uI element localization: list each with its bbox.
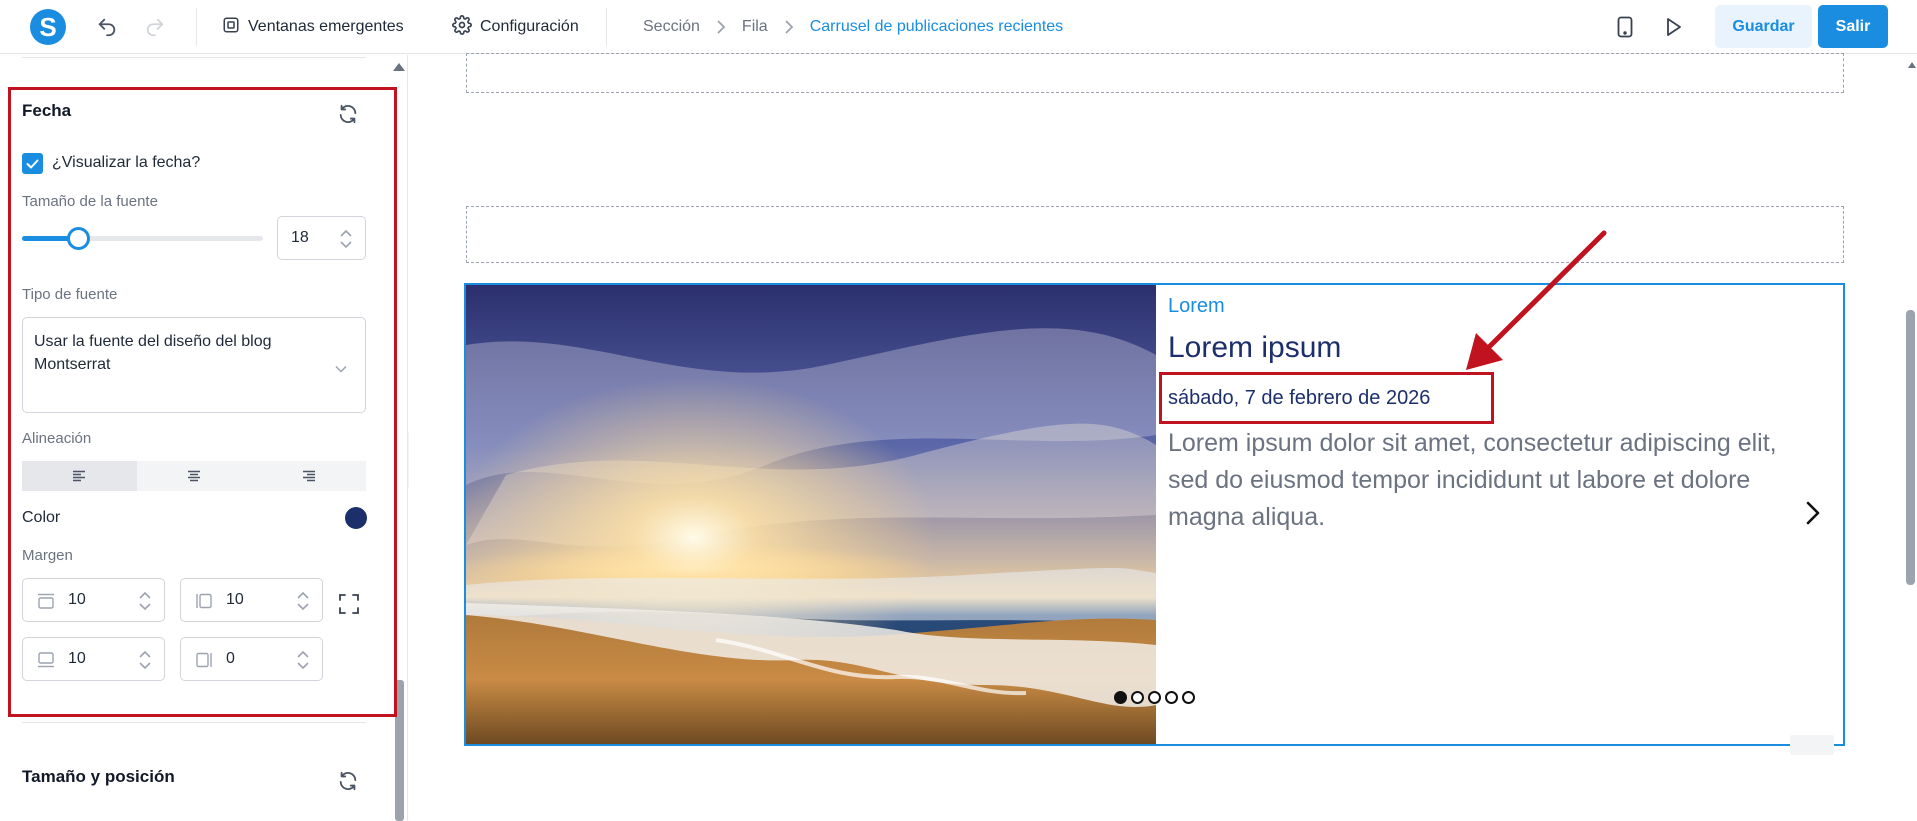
- popups-button[interactable]: Ventanas emergentes: [222, 14, 404, 40]
- stepper-arrows-icon[interactable]: [138, 648, 152, 672]
- save-button[interactable]: Guardar: [1715, 5, 1812, 48]
- breadcrumb-item-section[interactable]: Sección: [643, 18, 700, 36]
- date-section-title: Fecha: [22, 101, 72, 120]
- margin-left-input[interactable]: 0: [180, 637, 323, 681]
- carousel-dot-1[interactable]: [1114, 691, 1127, 704]
- show-date-checkbox[interactable]: [22, 153, 43, 174]
- stepper-arrows-icon[interactable]: [296, 648, 310, 672]
- checkmark-icon: [26, 159, 39, 168]
- stepper-arrows-icon[interactable]: [138, 589, 152, 613]
- recent-posts-carousel[interactable]: Lorem Lorem ipsum sábado, 7 de febrero d…: [464, 283, 1845, 755]
- color-swatch[interactable]: [345, 507, 367, 529]
- margin-left-icon: [195, 652, 213, 668]
- breadcrumb-item-row[interactable]: Fila: [742, 18, 768, 36]
- margin-label: Margen: [22, 547, 73, 564]
- margin-top-icon: [37, 593, 55, 609]
- font-type-value: Usar la fuente del diseño del blog Monts…: [34, 333, 272, 373]
- scroll-up-arrow-icon[interactable]: [1907, 56, 1917, 74]
- chevron-right-icon: [784, 20, 794, 34]
- align-center-button[interactable]: [137, 461, 252, 491]
- align-center-icon: [188, 470, 200, 482]
- settings-panel: Fecha ¿Visualizar la fecha? Tamaño de la…: [0, 55, 408, 821]
- gear-icon: [452, 14, 472, 40]
- post-excerpt[interactable]: Lorem ipsum dolor sit amet, consectetur …: [1168, 425, 1808, 536]
- alignment-control: [22, 461, 366, 491]
- chevron-right-icon: [716, 20, 726, 34]
- popups-label: Ventanas emergentes: [248, 18, 404, 35]
- carousel-pagination: [1114, 691, 1195, 704]
- breadcrumb-item-carousel[interactable]: Carrusel de publicaciones recientes: [810, 18, 1063, 36]
- font-type-label: Tipo de fuente: [22, 286, 118, 303]
- size-position-section-title[interactable]: Tamaño y posición: [22, 767, 175, 787]
- toolbar-divider: [606, 8, 607, 46]
- settings-label: Configuración: [480, 18, 579, 35]
- top-bar: S Ventanas emergentes Configuración Secc…: [0, 0, 1917, 54]
- breadcrumb: Sección Fila Carrusel de publicaciones r…: [643, 16, 1063, 38]
- element-label-badge: [1790, 735, 1834, 755]
- font-size-slider[interactable]: [22, 227, 263, 250]
- carousel-next-arrow-icon[interactable]: [1806, 501, 1820, 530]
- carousel-dot-2[interactable]: [1131, 691, 1144, 704]
- panel-divider: [22, 57, 366, 58]
- font-size-label: Tamaño de la fuente: [22, 193, 158, 210]
- align-right-icon: [302, 470, 315, 482]
- font-size-value: 18: [291, 229, 309, 246]
- redo-icon[interactable]: [142, 14, 168, 40]
- reset-refresh-icon[interactable]: [337, 103, 359, 130]
- chevron-down-icon: [335, 360, 347, 378]
- align-left-button[interactable]: [22, 461, 137, 491]
- font-type-select[interactable]: Usar la fuente del diseño del blog Monts…: [22, 317, 366, 413]
- undo-icon[interactable]: [94, 14, 120, 40]
- scroll-up-arrow-icon[interactable]: [392, 59, 406, 77]
- reset-refresh-icon[interactable]: [337, 770, 359, 797]
- align-right-button[interactable]: [251, 461, 366, 491]
- font-size-input[interactable]: 18: [277, 216, 366, 260]
- carousel-dot-3[interactable]: [1148, 691, 1161, 704]
- margin-right-input[interactable]: 10: [180, 578, 323, 622]
- empty-row-placeholder[interactable]: [466, 53, 1844, 93]
- annotation-highlight-box: [1159, 372, 1494, 424]
- empty-row-placeholder[interactable]: [466, 206, 1844, 263]
- show-date-label[interactable]: ¿Visualizar la fecha?: [52, 154, 200, 172]
- page-scrollbar-thumb[interactable]: [1906, 310, 1915, 585]
- post-title[interactable]: Lorem ipsum: [1168, 331, 1341, 365]
- carousel-dot-4[interactable]: [1165, 691, 1178, 704]
- margin-right-value: 10: [226, 591, 244, 608]
- play-preview-icon[interactable]: [1661, 14, 1687, 40]
- align-left-icon: [73, 470, 86, 482]
- settings-button[interactable]: Configuración: [452, 14, 579, 40]
- toolbar-divider: [196, 8, 197, 46]
- margin-bottom-value: 10: [68, 650, 86, 667]
- alignment-label: Alineación: [22, 430, 92, 447]
- margin-top-value: 10: [68, 591, 86, 608]
- expand-margins-icon[interactable]: [338, 593, 360, 620]
- margin-bottom-icon: [37, 652, 55, 668]
- section-divider: [22, 722, 366, 723]
- mobile-preview-icon[interactable]: [1612, 14, 1638, 40]
- post-category[interactable]: Lorem: [1168, 295, 1225, 318]
- popup-window-icon: [222, 16, 240, 39]
- post-image[interactable]: [466, 285, 1156, 744]
- margin-left-value: 0: [226, 650, 235, 667]
- stepper-arrows-icon[interactable]: [339, 227, 353, 251]
- exit-button[interactable]: Salir: [1818, 5, 1888, 48]
- carousel-dot-5[interactable]: [1182, 691, 1195, 704]
- margin-right-icon: [195, 593, 213, 609]
- slider-handle[interactable]: [67, 227, 90, 250]
- stepper-arrows-icon[interactable]: [296, 589, 310, 613]
- app-logo: S: [30, 9, 66, 45]
- color-label: Color: [22, 509, 61, 526]
- margin-bottom-input[interactable]: 10: [22, 637, 165, 681]
- margin-top-input[interactable]: 10: [22, 578, 165, 622]
